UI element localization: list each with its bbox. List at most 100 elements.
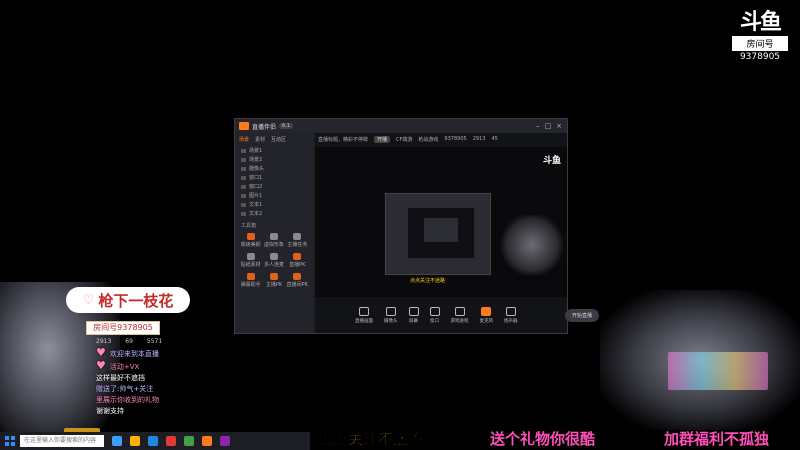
stat-likes: 69 [125,338,133,345]
tab-assets[interactable]: 素材 [255,136,265,143]
live-tag[interactable]: 开播 [374,135,391,143]
nested-preview-recursive [424,218,458,242]
tool-pk[interactable]: 直播PK [286,253,309,268]
maximize-icon[interactable]: □ [545,122,552,130]
app-logo-icon [239,122,249,130]
eye-icon[interactable] [241,193,246,198]
game-icon[interactable] [220,436,230,446]
scene-item[interactable]: 图片1 [235,191,313,200]
viewer-count: 2913 [472,136,486,142]
folder-icon[interactable] [130,436,140,446]
stream-info-bar: 直播标题，精彩不停歇 开播 CF端游 枪战游戏 9378905 2913 45 [315,133,567,145]
caption-follow: 点点关注不迷路 [318,430,424,449]
tool-danmaku[interactable]: 弹幕助手 [239,273,262,288]
wechat-icon[interactable] [184,436,194,446]
streamer-name: 枪下一枝花 [98,291,174,310]
app-titlebar[interactable]: 直播伴侣 6.1 – □ × [235,119,567,133]
toolbox-title: 工具箱 [241,223,257,229]
eye-icon[interactable] [241,157,246,162]
scene-item[interactable]: 场景2 [235,155,313,164]
chat-message: 这样最好不遮挡 [96,374,145,382]
fan-count: 45 [491,136,498,142]
room-label: 房间号 [732,36,788,51]
chat-message: 谢谢支持 [96,407,124,415]
tab-scenes[interactable]: 场景 [239,136,249,143]
room-id: 9378905 [444,136,467,142]
room-logo: 斗鱼 房间号 9378905 [732,12,788,62]
caption-group: 加群福利不孤独 [664,430,770,448]
scene-item[interactable]: 窗口1 [235,173,313,182]
tool-tasks[interactable]: 主播任务 [286,233,309,248]
eye-icon[interactable] [241,166,246,171]
pk-icon [293,253,302,260]
eye-icon[interactable] [241,202,246,207]
sticker-icon [246,253,255,260]
rgb-keyboard-image [668,352,768,390]
taskview-icon[interactable] [112,436,122,446]
streaming-app-window[interactable]: 直播伴侣 6.1 – □ × 场景 素材 互动区 场景1 场景2 摄像头 窗口1… [234,118,599,334]
app-sidebar: 场景 素材 互动区 场景1 场景2 摄像头 窗口1 窗口2 图片1 文本1 文本… [235,133,313,333]
category: CF端游 [396,136,413,143]
chat-stats: 2913 69 5571 [96,336,246,347]
mic-link-icon [269,253,278,260]
caption-gift: 送个礼物你很酷 [490,430,596,448]
anchor-pk-icon [269,273,278,280]
eye-icon[interactable] [241,211,246,216]
scene-item[interactable]: 摄像头 [235,164,313,173]
stat-fans: 5571 [146,338,163,345]
toolbar-scene[interactable]: 直播画面 [355,306,373,324]
gamepad-icon [454,306,465,316]
beauty-icon [246,233,255,240]
windows-taskbar: 在这里输入你要搜索的内容 [0,432,310,450]
avatar-icon [269,233,278,240]
edge-icon[interactable] [148,436,158,446]
chat-message: 里展示你收到的礼物 [96,396,159,404]
toolbar-window[interactable]: 窗口 [429,306,440,324]
screen-icon [359,306,369,316]
task-icon [293,233,302,240]
room-tag: 房间号9378905 [86,321,160,335]
taskbar-search-input[interactable]: 在这里输入你要搜索的内容 [20,435,104,447]
tool-multi-mic[interactable]: 多人连麦 [262,253,285,268]
tool-anchor-pk[interactable]: 主播PK [262,273,285,288]
app-main-area: 直播标题，精彩不停歇 开播 CF端游 枪战游戏 9378905 2913 45 … [315,133,599,333]
preview-character-image [497,215,567,275]
eye-icon[interactable] [241,184,246,189]
tool-avatar[interactable]: 虚拟形象 [262,233,285,248]
source-toolbar: 直播画面 摄像头 屏幕 窗口 游戏进程 麦克风 扬声器 开始直播 [315,299,607,331]
tool-room-pk[interactable]: 直播间PK [286,273,309,288]
app-name: 直播伴侣 [252,123,277,131]
live-companion-icon[interactable] [202,436,212,446]
heart-icon: ♥ [96,346,106,359]
tool-beauty[interactable]: 高级美颜 [239,233,262,248]
start-live-button[interactable]: 开始直播 [564,308,599,322]
eye-icon[interactable] [241,175,246,180]
eye-icon[interactable] [241,148,246,153]
tab-interaction[interactable]: 互动区 [271,136,286,143]
window-icon [429,306,440,316]
close-icon[interactable]: × [556,122,562,130]
nested-preview-inner [408,208,474,258]
toolbar-speaker[interactable]: 扬声器 [504,306,518,324]
preview-caption: 点点关注不迷路 [410,278,446,284]
chat-message: ♥ 活动+VX [96,359,140,372]
stream-preview[interactable]: 斗鱼 点点关注不迷路 [315,147,567,297]
chrome-icon[interactable] [166,436,176,446]
minimize-icon[interactable]: – [536,122,540,130]
toolbar-camera[interactable]: 摄像头 [384,306,398,324]
toolbar-game[interactable]: 游戏进程 [451,306,469,324]
toolbar-screen[interactable]: 屏幕 [408,306,419,324]
scene-item[interactable]: 文本1 [235,200,313,209]
toolbar-mic[interactable]: 麦克风 [480,306,493,324]
microphone-icon [481,306,492,316]
danmaku-icon [246,273,255,280]
windows-start-icon[interactable] [5,436,15,446]
scene-item[interactable]: 场景1 [235,146,313,155]
scene-item[interactable]: 文本2 [235,209,313,218]
stream-title[interactable]: 直播标题，精彩不停歇 [318,136,368,143]
scene-item[interactable]: 窗口2 [235,182,313,191]
room-number: 9378905 [739,52,781,62]
app-version-badge: 6.1 [279,123,293,129]
subcategory: 枪战游戏 [418,136,439,143]
tool-stickers[interactable]: 贴纸素材 [239,253,262,268]
